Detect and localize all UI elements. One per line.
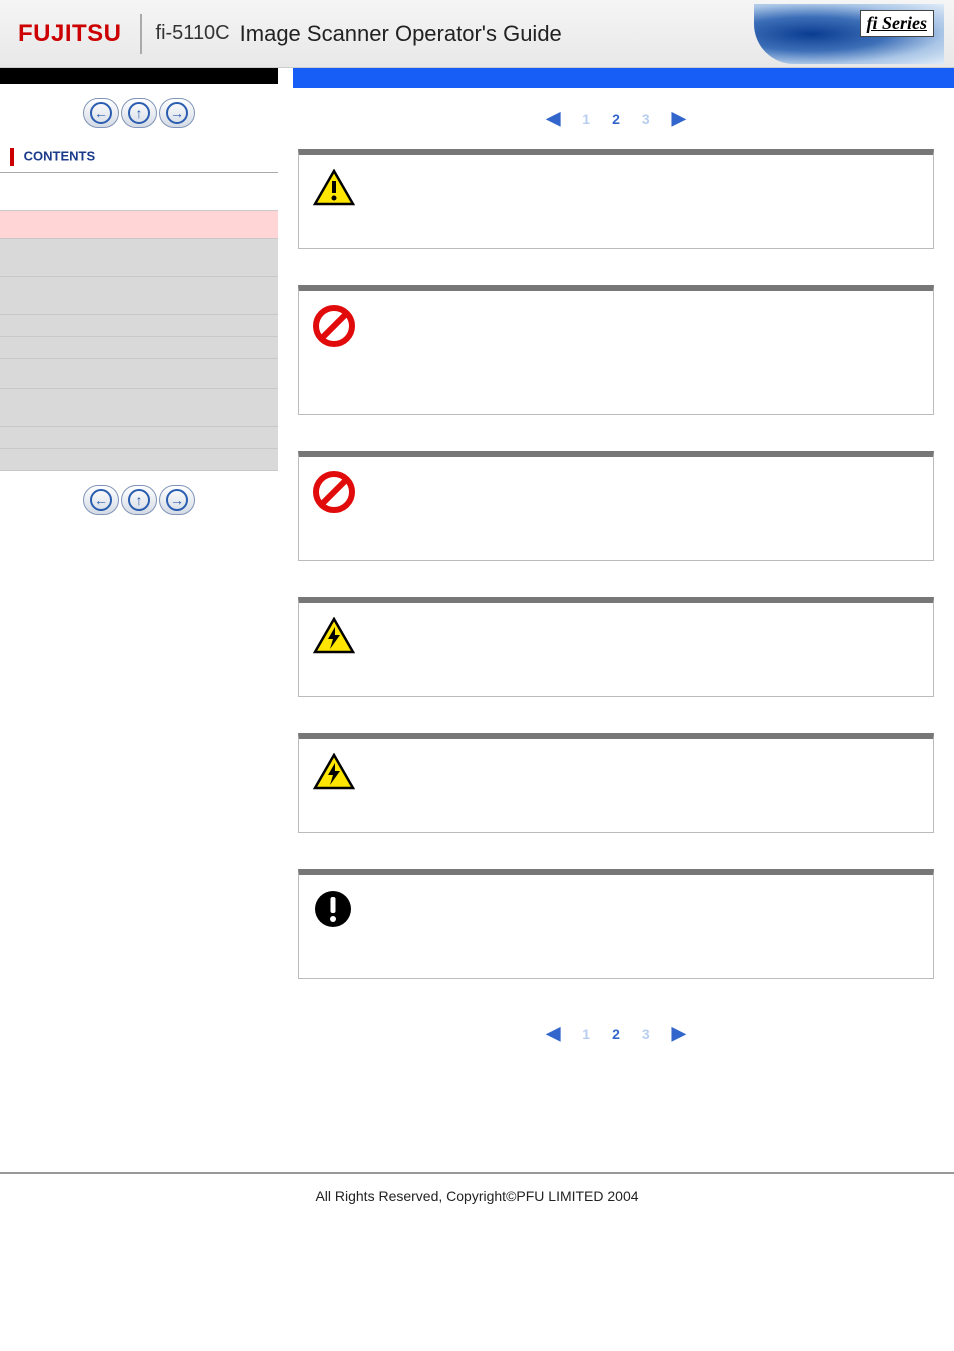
safety-box <box>298 597 934 697</box>
model-number: fi-5110C <box>142 22 240 45</box>
pager-page-2[interactable]: 2 <box>612 111 620 127</box>
nav-up-button[interactable]: ↑ <box>121 485 157 515</box>
pager-page-2[interactable]: 2 <box>612 1026 620 1042</box>
document-title: Image Scanner Operator's Guide <box>240 21 562 47</box>
prohibition-icon <box>313 471 355 513</box>
series-label: fi Series <box>860 10 935 37</box>
sidebar-top-strip <box>0 68 278 84</box>
prohibition-icon <box>313 305 355 347</box>
electric-warning-icon <box>313 617 355 655</box>
toc-item-intro[interactable] <box>0 173 278 211</box>
page-header: FUJITSU fi-5110C Image Scanner Operator'… <box>0 0 954 68</box>
safety-box <box>298 869 934 979</box>
pager-page-3[interactable]: 3 <box>642 1026 650 1042</box>
pager-top: ◀ 1 2 3 ▶ <box>298 100 934 149</box>
pager-next-icon[interactable]: ▶ <box>672 1023 686 1044</box>
arrow-up-icon: ↑ <box>128 489 150 511</box>
pager-prev-icon[interactable]: ◀ <box>546 1023 560 1044</box>
nav-next-button[interactable]: → <box>159 98 195 128</box>
page-footer: All Rights Reserved, Copyright©PFU LIMIT… <box>0 1172 954 1234</box>
toc-item[interactable] <box>0 449 278 471</box>
main-content: ◀ 1 2 3 ▶ <box>278 68 954 1148</box>
mandatory-info-icon <box>313 889 353 929</box>
nav-up-button[interactable]: ↑ <box>121 98 157 128</box>
toc-contents-header[interactable]: CONTENTS <box>0 142 278 173</box>
nav-next-button[interactable]: → <box>159 485 195 515</box>
brand-text: FUJITSU <box>18 20 122 47</box>
toc-item-safety[interactable] <box>0 211 278 239</box>
nav-prev-button[interactable]: ← <box>83 98 119 128</box>
toc-item[interactable] <box>0 277 278 315</box>
pager-prev-icon[interactable]: ◀ <box>546 108 560 129</box>
safety-box <box>298 451 934 561</box>
nav-prev-button[interactable]: ← <box>83 485 119 515</box>
safety-box <box>298 149 934 249</box>
warning-triangle-icon <box>313 169 355 207</box>
electric-warning-icon <box>313 753 355 791</box>
safety-box <box>298 285 934 415</box>
content-top-bar <box>293 68 954 88</box>
pager-page-3[interactable]: 3 <box>642 111 650 127</box>
toc-item[interactable] <box>0 337 278 359</box>
brand-logo: FUJITSU <box>0 14 142 54</box>
pager-page-1[interactable]: 1 <box>582 111 590 127</box>
arrow-right-icon: → <box>166 102 188 124</box>
toc-item[interactable] <box>0 389 278 427</box>
toc-item[interactable] <box>0 427 278 449</box>
pager-bottom: ◀ 1 2 3 ▶ <box>298 1015 934 1064</box>
arrow-right-icon: → <box>166 489 188 511</box>
pager-page-1[interactable]: 1 <box>582 1026 590 1042</box>
sidebar-nav-top: ← ↑ → <box>0 84 278 142</box>
arrow-left-icon: ← <box>90 102 112 124</box>
sidebar: ← ↑ → CONTENTS ← ↑ <box>0 68 278 1148</box>
arrow-up-icon: ↑ <box>128 102 150 124</box>
sidebar-nav-bottom: ← ↑ → <box>0 471 278 529</box>
series-badge: fi Series <box>754 4 944 64</box>
safety-box <box>298 733 934 833</box>
toc-item[interactable] <box>0 239 278 277</box>
pager-next-icon[interactable]: ▶ <box>672 108 686 129</box>
toc-item[interactable] <box>0 359 278 389</box>
toc-contents-label: CONTENTS <box>24 148 96 163</box>
toc-item[interactable] <box>0 315 278 337</box>
arrow-left-icon: ← <box>90 489 112 511</box>
copyright-text: All Rights Reserved, Copyright©PFU LIMIT… <box>315 1188 638 1204</box>
